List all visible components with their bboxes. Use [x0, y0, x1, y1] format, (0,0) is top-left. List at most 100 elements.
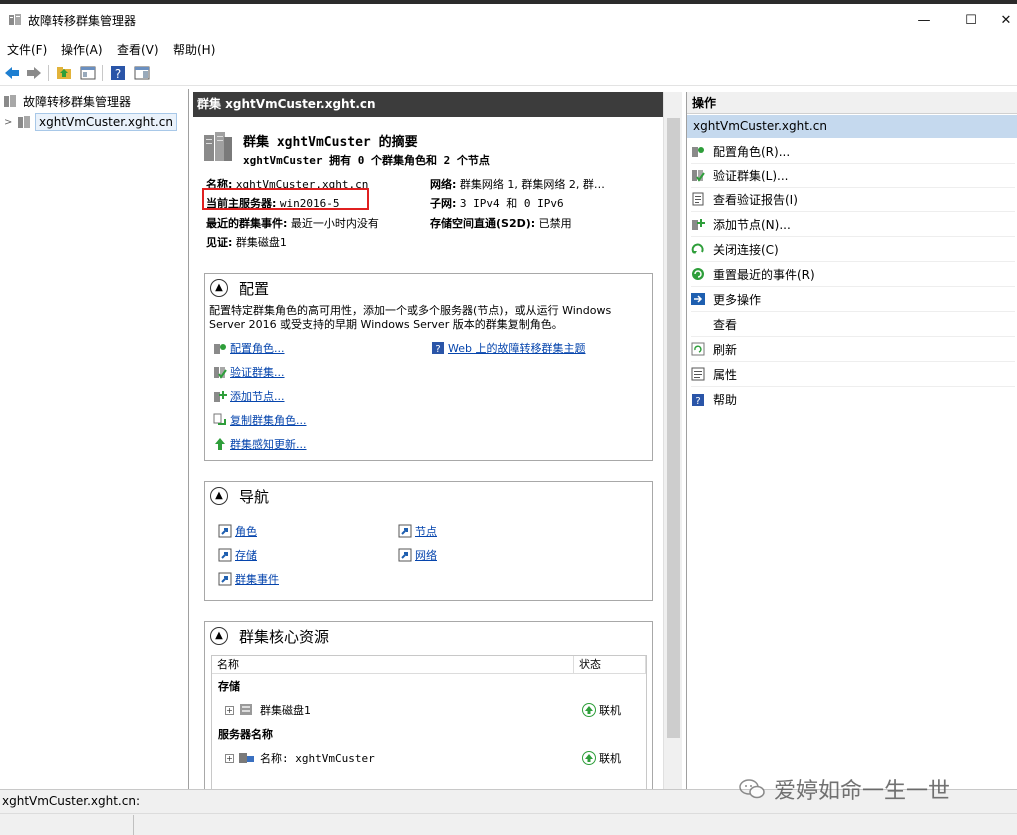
action-properties[interactable]: 属性: [691, 362, 1015, 387]
actions-subheader[interactable]: xghtVmCuster.xght.cn: [687, 115, 1017, 138]
column-header-name[interactable]: 名称: [212, 656, 574, 674]
action-view[interactable]: 查看: [691, 312, 1015, 337]
nav-cluster-events-link[interactable]: 群集事件: [218, 571, 279, 587]
action-view-validation-report[interactable]: 查看验证报告(I): [691, 187, 1015, 212]
online-arrow-icon: [582, 703, 596, 717]
refresh-icon: [691, 342, 705, 356]
action-help[interactable]: ? 帮助: [691, 387, 1015, 412]
add-node-icon: [214, 391, 227, 402]
disk-status: 联机: [582, 702, 621, 718]
table-row[interactable]: + 群集磁盘1: [225, 702, 311, 718]
action-add-node[interactable]: 添加节点(N)...: [691, 212, 1015, 237]
navigate-title: 导航: [239, 488, 270, 506]
wechat-icon: [739, 779, 765, 799]
column-header-status[interactable]: 状态: [574, 656, 646, 674]
web-topics-link[interactable]: ? Web 上的故障转移群集主题: [431, 340, 585, 356]
window-title: 故障转移群集管理器: [28, 14, 137, 28]
menu-help[interactable]: 帮助(H): [173, 41, 215, 58]
update-arrow-icon: [215, 438, 225, 450]
validate-cluster-icon: [692, 170, 705, 182]
cluster-large-icon: [204, 132, 232, 161]
expand-plus-icon[interactable]: +: [225, 753, 234, 763]
info-s2d: 存储空间直通(S2D): 已禁用: [430, 217, 572, 230]
minimize-button[interactable]: —: [901, 8, 947, 34]
menu-file[interactable]: 文件(F): [7, 41, 47, 58]
action-configure-role[interactable]: 配置角色(R)...: [691, 139, 1015, 164]
validate-cluster-icon: [214, 367, 227, 379]
actions-header: 操作: [687, 92, 1017, 114]
close-button[interactable]: ✕: [995, 8, 1017, 34]
results-pane: 群集 xghtVmCuster.xght.cn 群集 xghtVmCuster …: [193, 92, 682, 789]
configure-section: ▲ 配置 配置特定群集角色的高可用性，添加一个或多个服务器(节点)，或从运行 W…: [204, 273, 653, 461]
nav-networks-link[interactable]: 网络: [398, 547, 437, 563]
add-node-link[interactable]: 添加节点...: [213, 388, 285, 404]
nav-storage-link[interactable]: 存储: [218, 547, 257, 563]
core-resources-grid: 名称 状态 存储 + 群集磁盘1 联机 服务器名称 + 名称: xghtVmCu…: [211, 655, 647, 789]
bottom-strip: [0, 813, 1017, 835]
maximize-button[interactable]: ☐: [948, 8, 994, 34]
tree-item-cluster[interactable]: > xghtVmCuster.xght.cn: [4, 112, 177, 132]
shortcut-icon: [218, 572, 232, 586]
reset-events-icon: [692, 268, 704, 280]
highlight-box: [202, 188, 369, 210]
nav-roles-link[interactable]: 角色: [218, 523, 257, 539]
toolbar: ?: [0, 61, 1017, 86]
blank-icon: [691, 317, 705, 331]
web-help-icon: ?: [432, 342, 444, 355]
tree-root-label: 故障转移群集管理器: [23, 94, 132, 109]
action-close-connection[interactable]: 关闭连接(C): [691, 237, 1015, 262]
cluster-aware-updating-link[interactable]: 群集感知更新...: [213, 436, 307, 452]
group-storage: 存储: [218, 680, 240, 693]
configure-title: 配置: [239, 280, 270, 298]
table-row[interactable]: + 名称: xghtVmCuster: [225, 750, 375, 766]
properties-icon: [691, 367, 705, 381]
configure-role-icon: [692, 147, 704, 157]
vertical-scrollbar[interactable]: [663, 92, 682, 789]
menu-action[interactable]: 操作(A): [61, 41, 103, 58]
configure-role-link[interactable]: 配置角色...: [213, 340, 285, 356]
cluster-app-icon: [9, 14, 21, 25]
forward-arrow-icon[interactable]: [24, 64, 44, 82]
tree-root[interactable]: 故障转移群集管理器: [2, 91, 131, 111]
shortcut-icon: [218, 548, 232, 562]
title-bar: 故障转移群集管理器 — ☐ ✕: [0, 4, 1017, 36]
cluster-manager-icon: [4, 95, 16, 107]
expand-chevron-icon[interactable]: >: [4, 117, 16, 128]
action-more-actions[interactable]: 更多操作: [691, 287, 1015, 312]
navigate-section: ▲ 导航 角色 节点 存储 网络 群集事件: [204, 481, 653, 601]
nav-nodes-link[interactable]: 节点: [398, 523, 437, 539]
action-validate-cluster[interactable]: 验证群集(L)...: [691, 163, 1015, 188]
action-reset-recent-events[interactable]: 重置最近的事件(R): [691, 262, 1015, 287]
copy-cluster-roles-link[interactable]: 复制群集角色...: [213, 412, 307, 428]
back-arrow-icon[interactable]: [2, 64, 22, 82]
collapse-configure-icon[interactable]: ▲: [210, 279, 228, 297]
svg-text:?: ?: [115, 67, 121, 81]
tree-item-cluster-label: xghtVmCuster.xght.cn: [35, 113, 177, 131]
action-pane-icon[interactable]: [132, 64, 152, 82]
collapse-navigate-icon[interactable]: ▲: [210, 487, 228, 505]
status-separator: [133, 815, 134, 835]
svg-text:?: ?: [435, 344, 440, 355]
copy-roles-icon: [213, 413, 226, 425]
menu-view[interactable]: 查看(V): [117, 41, 159, 58]
menu-bar: 文件(F) 操作(A) 查看(V) 帮助(H): [0, 38, 1017, 60]
action-refresh[interactable]: 刷新: [691, 337, 1015, 362]
core-resources-section: ▲ 群集核心资源 名称 状态 存储 + 群集磁盘1 联机 服务器名称 + 名称:…: [204, 621, 653, 789]
watermark-text: 爱婷如命一生一世: [774, 779, 951, 804]
up-folder-icon[interactable]: [54, 64, 74, 82]
summary-subtitle: xghtVmCuster 拥有 0 个群集角色和 2 个节点: [243, 154, 490, 167]
configure-role-icon: [214, 344, 226, 354]
server-status: 联机: [582, 750, 621, 766]
toolbar-separator: [48, 65, 49, 81]
help-icon[interactable]: ?: [108, 64, 128, 82]
results-content: 群集 xghtVmCuster 的摘要 xghtVmCuster 拥有 0 个群…: [193, 117, 663, 789]
validate-cluster-link[interactable]: 验证群集...: [213, 364, 285, 380]
report-icon: [692, 192, 704, 206]
expand-plus-icon[interactable]: +: [225, 705, 234, 715]
scrollbar-thumb[interactable]: [667, 118, 680, 738]
console-tree-icon[interactable]: [78, 64, 98, 82]
shortcut-icon: [218, 524, 232, 538]
actions-pane: 操作 xghtVmCuster.xght.cn 配置角色(R)... 验证群集(…: [686, 92, 1017, 789]
collapse-core-resources-icon[interactable]: ▲: [210, 627, 228, 645]
results-pane-header: 群集 xghtVmCuster.xght.cn: [193, 92, 663, 117]
